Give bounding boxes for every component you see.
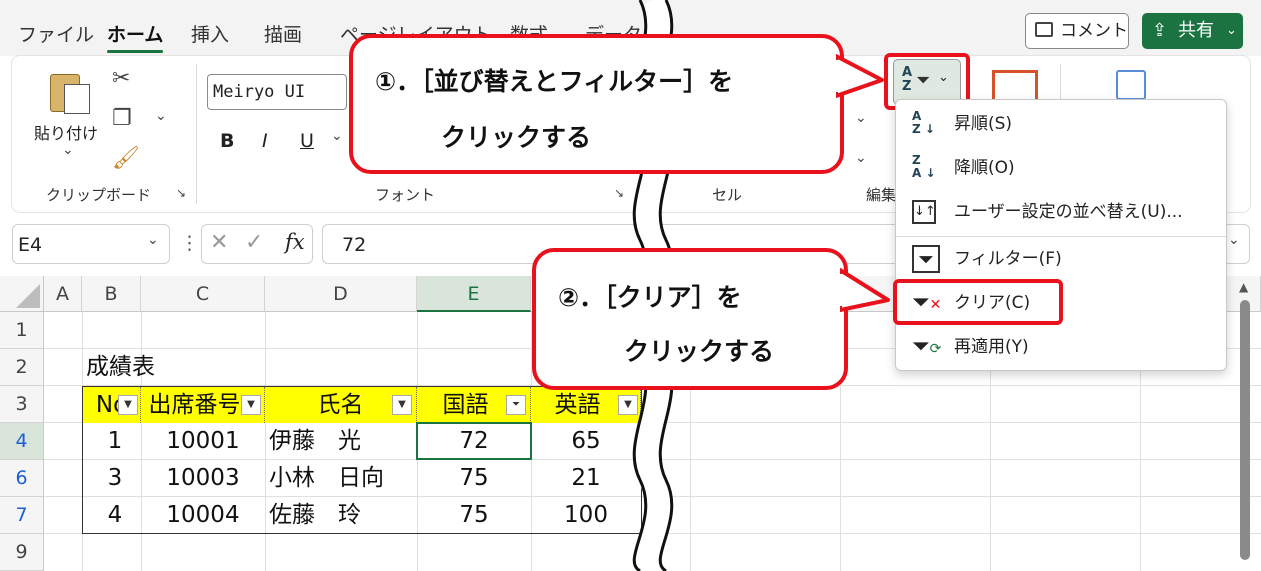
clipboard-group-label: クリップボード (46, 186, 152, 204)
callout-pointer (840, 268, 890, 312)
table-cell[interactable]: 佐藤 玲 (269, 497, 361, 533)
table-cell[interactable]: 75 (417, 497, 531, 533)
custom-sort-icon: ↓↑ (912, 200, 936, 224)
name-box[interactable]: E4 (18, 234, 42, 256)
font-name-input[interactable]: Meiryo UI (207, 74, 347, 110)
menu-item-custom-sort[interactable]: ↓↑ ユーザー設定の並べ替え(U)... (896, 192, 1226, 232)
tab-file[interactable]: ファイル (18, 20, 94, 47)
row-header-3[interactable]: 3 (0, 386, 44, 423)
edit-group-label: 編集 (866, 186, 896, 204)
scroll-up-icon[interactable]: ▲ (1239, 280, 1248, 294)
format-painter-icon[interactable]: 🖌 (112, 146, 140, 171)
highlight-clear (893, 279, 1063, 325)
chevron-down-icon[interactable]: ⌄ (855, 110, 867, 126)
table-cell[interactable]: 1 (100, 423, 130, 459)
insert-function-icon[interactable]: fx (285, 230, 305, 254)
filter-applied-icon[interactable]: ⏷ (506, 395, 526, 415)
tab-home[interactable]: ホーム (107, 20, 164, 53)
sheet-title[interactable]: 成績表 (86, 349, 155, 385)
table-cell[interactable]: 4 (100, 497, 130, 533)
chevron-down-icon[interactable]: ⌄ (147, 232, 159, 248)
sort-descending-icon: ZA ↓ (912, 153, 936, 180)
share-label: 共有 (1178, 20, 1214, 41)
dialog-launcher-icon[interactable]: ↘ (176, 186, 186, 200)
tab-draw[interactable]: 描画 (264, 20, 302, 47)
pdf-icon[interactable] (1116, 70, 1146, 100)
sort-ascending-icon: AZ ↓ (912, 109, 935, 136)
share-button[interactable]: ⇪ 共有 ⌄ (1142, 13, 1243, 49)
table-cell[interactable]: 75 (417, 460, 531, 496)
bold-button[interactable]: B (220, 130, 234, 152)
select-all-corner[interactable] (0, 276, 44, 312)
filter-icon: ⏷ (912, 245, 940, 273)
comment-label: コメント (1060, 21, 1128, 41)
sort-filter-menu: AZ ↓ 昇順(S) ZA ↓ 降順(O) ↓↑ ユーザー設定の並べ替え(U).… (895, 99, 1227, 371)
column-header-e[interactable]: E (417, 276, 531, 312)
cut-icon[interactable]: ✂ (112, 66, 130, 91)
copy-icon[interactable]: ❐ (112, 106, 132, 131)
row-header-7[interactable]: 7 (0, 497, 44, 534)
formula-input[interactable]: 72 (342, 234, 366, 256)
row-header-9[interactable]: 9 (0, 534, 44, 571)
menu-item-sort-descending[interactable]: ZA ↓ 降順(O) (896, 148, 1226, 188)
chevron-down-icon[interactable]: ⌄ (155, 108, 167, 124)
italic-button[interactable]: I (262, 130, 268, 152)
chevron-down-icon[interactable]: ⌄ (331, 128, 343, 144)
more-icon[interactable]: ⋮ (180, 232, 199, 254)
column-header-d[interactable]: D (265, 276, 417, 312)
table-cell[interactable]: 小林 日向 (269, 460, 384, 496)
table-cell[interactable]: 10001 (141, 423, 265, 459)
row-header-2[interactable]: 2 (0, 349, 44, 386)
row-header-1[interactable]: 1 (0, 312, 44, 349)
tab-insert[interactable]: 挿入 (191, 20, 229, 47)
chevron-down-icon[interactable]: ⌄ (1228, 232, 1240, 248)
menu-item-filter[interactable]: ⏷ フィルター(F) (896, 239, 1226, 279)
column-header-c[interactable]: C (141, 276, 265, 312)
comment-icon (1035, 22, 1053, 37)
comment-button[interactable]: コメント (1025, 13, 1129, 49)
filter-dropdown-icon[interactable]: ▼ (118, 395, 138, 415)
menu-divider (896, 236, 1226, 237)
filter-dropdown-icon[interactable]: ▼ (392, 395, 412, 415)
menu-item-reapply[interactable]: ⏷⟳ 再適用(Y) (896, 327, 1226, 367)
menu-item-sort-ascending[interactable]: AZ ↓ 昇順(S) (896, 104, 1226, 144)
underline-button[interactable]: U (300, 130, 314, 152)
cancel-icon[interactable]: ✕ (210, 230, 228, 255)
callout-step-2: ②．［クリア］を クリックする (532, 248, 848, 390)
table-cell[interactable]: 3 (100, 460, 130, 496)
column-header-a[interactable]: A (44, 276, 82, 312)
callout-step-1: ①．［並び替えとフィルター］を クリックする (349, 34, 844, 174)
paste-icon[interactable] (48, 68, 92, 116)
cells-group-label: セル (712, 186, 743, 204)
font-group-label: フォント (375, 186, 436, 204)
vertical-scrollbar[interactable] (1240, 300, 1250, 560)
table-cell[interactable]: 10004 (141, 497, 265, 533)
row-header-6[interactable]: 6 (0, 460, 44, 497)
table-cell[interactable]: 10003 (141, 460, 265, 496)
chevron-down-icon[interactable]: ⌄ (855, 150, 867, 166)
column-header-b[interactable]: B (82, 276, 141, 312)
callout-pointer (836, 54, 884, 98)
active-cell-outline (416, 422, 532, 460)
paste-label[interactable]: 貼り付け (34, 120, 98, 144)
row-header-4[interactable]: 4 (0, 423, 44, 460)
filter-dropdown-icon[interactable]: ▼ (241, 395, 261, 415)
share-icon: ⇪ (1152, 20, 1168, 41)
reapply-filter-icon: ⏷⟳ (912, 334, 942, 359)
table-cell[interactable]: 伊藤 光 (269, 423, 361, 459)
chevron-down-icon: ⌄ (1226, 23, 1237, 38)
enter-icon[interactable]: ✓ (245, 230, 263, 255)
chevron-down-icon[interactable]: ⌄ (62, 142, 74, 158)
